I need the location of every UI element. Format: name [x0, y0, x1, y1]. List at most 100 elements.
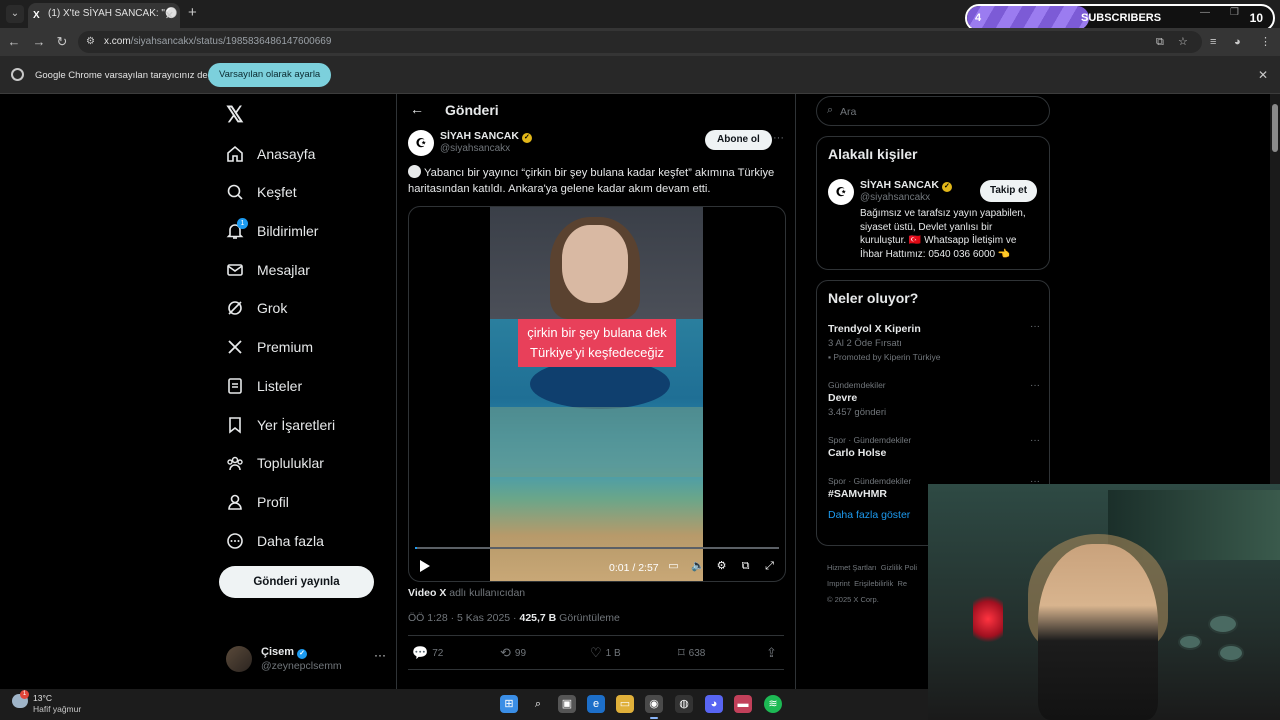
more-icon[interactable]: ···: [773, 132, 784, 144]
sidebar-item-4[interactable]: Mesajlar: [226, 254, 310, 286]
related-name[interactable]: SİYAH SANCAK ✓: [860, 179, 952, 192]
author-name[interactable]: SİYAH SANCAK ✓: [440, 130, 532, 143]
footer-link[interactable]: Imprint: [827, 579, 850, 588]
follow-button[interactable]: Takip et: [980, 180, 1038, 202]
url-text[interactable]: x.com/siyahsancakx/status/19858364861476…: [104, 36, 331, 47]
account-switcher[interactable]: Çisem ✓ @zeynepclsemm ···: [226, 642, 392, 678]
captions-icon[interactable]: ▭: [667, 560, 680, 573]
infobar-message: Google Chrome varsayılan tarayıcınız değ…: [35, 70, 218, 81]
back-icon[interactable]: ←: [6, 34, 22, 50]
browser-toolbar: ← → ↻ ⚙ x.com/siyahsancakx/status/198583…: [0, 28, 1280, 56]
footer-link[interactable]: Re: [897, 579, 907, 588]
play-icon[interactable]: [419, 559, 431, 573]
windows-start-icon[interactable]: ⊞: [500, 695, 518, 713]
copyright: © 2025 X Corp.: [827, 595, 879, 604]
settings-icon[interactable]: ⚙: [715, 560, 728, 573]
task-view-icon[interactable]: ▣: [558, 695, 576, 713]
spotify-icon[interactable]: ≋: [764, 695, 782, 713]
sidebar-item-label: Bildirimler: [257, 223, 319, 239]
reload-icon[interactable]: ↻: [54, 34, 70, 50]
new-tab-button[interactable]: +: [188, 5, 197, 21]
bell-icon: 1: [226, 218, 248, 240]
streamer-face: [562, 225, 628, 303]
app-window-icon[interactable]: ▬: [734, 695, 752, 713]
x-premium-icon: [226, 338, 244, 356]
trend-item[interactable]: Trendyol X Kiperin 3 Al 2 Öde Fırsatı ▪ Pr…: [828, 321, 1040, 362]
sidebar-item-7[interactable]: Listeler: [226, 370, 302, 402]
back-arrow-icon[interactable]: ←: [410, 101, 424, 117]
scroll-thumb[interactable]: [1272, 104, 1278, 152]
discord-icon[interactable]: ◕: [705, 695, 723, 713]
profile-avatar-icon[interactable]: ◕: [1234, 35, 1241, 49]
trend-item[interactable]: Spor · Gündemdekiler Carlo Holse ···: [828, 435, 1040, 459]
x-logo-icon[interactable]: 𝕏: [226, 102, 244, 128]
like-button[interactable]: ♡ 1 B: [590, 644, 621, 663]
footer-link[interactable]: Erişilebilirlik: [854, 579, 893, 588]
sidebar-item-label: Grok: [257, 300, 288, 316]
more-icon[interactable]: ···: [1030, 380, 1040, 391]
subscriber-label: SUBSCRIBERS: [1081, 12, 1162, 24]
sidebar-item-label: Daha fazla: [257, 533, 324, 549]
close-icon[interactable]: ✕: [165, 9, 174, 22]
repost-button[interactable]: ⟲ 99: [500, 644, 526, 663]
sidebar-item-2[interactable]: Keşfet: [226, 176, 297, 208]
show-more-link[interactable]: Daha fazla göster: [828, 509, 910, 521]
minimize-icon[interactable]: —: [1200, 7, 1210, 18]
trend-item[interactable]: Gündemdekiler Devre 3.457 gönderi ···: [828, 380, 1040, 418]
obs-icon[interactable]: ◍: [675, 695, 693, 713]
bookmark-button[interactable]: ⌑ 638: [678, 644, 705, 663]
file-explorer-icon[interactable]: ▭: [616, 695, 634, 713]
video-caption-line-1: çirkin bir şey bulana dek: [527, 325, 667, 340]
related-people-card: Alakalı kişiler ☪ SİYAH SANCAK ✓ @siyahsa…: [816, 136, 1050, 270]
subscriber-count: 4: [975, 12, 982, 24]
sidebar-item-11[interactable]: Daha fazla: [226, 525, 324, 557]
more-icon[interactable]: ···: [1030, 321, 1040, 332]
mute-icon[interactable]: 🔈: [691, 560, 705, 573]
media-controls-icon[interactable]: ≡: [1210, 35, 1216, 49]
tab-search-button[interactable]: ⌄: [6, 5, 24, 23]
search-icon[interactable]: ⌕: [529, 695, 547, 713]
pip-icon[interactable]: ⧉: [739, 560, 752, 573]
site-info-icon[interactable]: ⚙: [86, 35, 99, 48]
sidebar-item-1[interactable]: Anasayfa: [226, 138, 315, 170]
chrome-icon[interactable]: ◉: [645, 695, 663, 713]
video-caption-line-2: Türkiye'yi keşfedeceğiz: [530, 345, 664, 360]
video-attribution: Video X adlı kullanıcıdan: [408, 587, 526, 599]
related-avatar[interactable]: ☪: [828, 179, 854, 205]
install-app-icon[interactable]: ⧉: [1156, 35, 1164, 49]
sidebar-item-5[interactable]: Grok: [226, 292, 287, 324]
notification-count-badge: 1: [237, 218, 248, 229]
footer-link[interactable]: Gizlilik Poli: [881, 563, 917, 572]
forward-icon[interactable]: →: [31, 34, 47, 50]
sidebar-item-8[interactable]: Yer İşaretleri: [226, 409, 335, 441]
author-handle[interactable]: @siyahsancakx: [440, 143, 510, 154]
fullscreen-icon[interactable]: ⤢: [763, 560, 776, 573]
browser-tab[interactable]: X (1) X'te SİYAH SANCAK: "⚪ Ya ✕: [28, 3, 180, 28]
weather-widget[interactable]: 1: [12, 690, 32, 712]
more-icon[interactable]: ···: [374, 648, 386, 662]
related-handle[interactable]: @siyahsancakx: [860, 192, 930, 203]
subscribe-button[interactable]: Abone ol: [705, 130, 772, 150]
sidebar-item-9[interactable]: Topluluklar: [226, 447, 324, 479]
bookmark-star-icon[interactable]: ☆: [1178, 35, 1188, 49]
video-progress-bar[interactable]: [415, 547, 779, 549]
reply-button[interactable]: 💬 72: [412, 644, 443, 663]
x-favicon-icon: X: [33, 10, 40, 21]
more-icon[interactable]: ···: [1030, 435, 1040, 446]
footer-link[interactable]: Hizmet Şartları: [827, 563, 877, 572]
maximize-icon[interactable]: ❐: [1230, 7, 1239, 18]
close-icon[interactable]: ✕: [1258, 68, 1268, 82]
address-bar[interactable]: ⚙ x.com/siyahsancakx/status/198583648614…: [78, 31, 1202, 53]
set-default-button[interactable]: Varsayılan olarak ayarla: [208, 63, 332, 87]
sidebar-item-6[interactable]: Premium: [226, 331, 313, 363]
video-player[interactable]: çirkin bir şey bulana dek Türkiye'yi keş…: [408, 206, 786, 582]
menu-kebab-icon[interactable]: ⋮: [1260, 35, 1271, 49]
sidebar-item-3[interactable]: 1 Bildirimler: [226, 215, 318, 247]
search-input[interactable]: ⌕ Ara: [816, 96, 1050, 126]
sidebar-item-10[interactable]: Profil: [226, 486, 289, 518]
post-button[interactable]: Gönderi yayınla: [219, 566, 374, 598]
main-column: ← Gönderi ☪ SİYAH SANCAK ✓ @siyahsancakx …: [396, 94, 796, 689]
share-button[interactable]: ⇪: [766, 644, 781, 663]
edge-icon[interactable]: e: [587, 695, 605, 713]
author-avatar[interactable]: ☪: [408, 130, 434, 156]
